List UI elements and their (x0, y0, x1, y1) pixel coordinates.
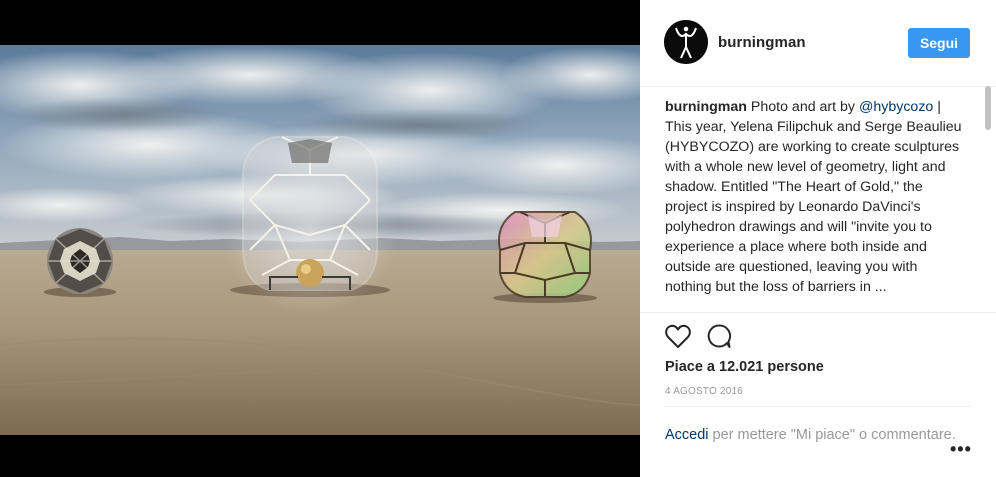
post-photo[interactable] (0, 45, 640, 435)
post-author-username[interactable]: burningman (718, 34, 806, 51)
post-sidebar: burningman Segui burningman Photo and ar… (640, 0, 996, 477)
login-prompt-text: per mettere "Mi piace" o commentare. (708, 427, 956, 443)
post-date[interactable]: 4 AGOSTO 2016 (665, 386, 743, 397)
post-header: burningman Segui (640, 0, 996, 87)
caption-scrollbar[interactable] (984, 86, 992, 312)
caption-text-2: | This year, Yelena Filipchuk and Serge … (665, 99, 962, 295)
avatar[interactable] (664, 20, 708, 64)
caption-text-1: Photo and art by (746, 99, 859, 115)
post-caption: burningman Photo and art by @hybycozo | … (665, 97, 965, 311)
login-prompt: Accedi per mettere "Mi piace" o commenta… (665, 406, 971, 445)
burning-man-logo-icon (664, 20, 708, 64)
photo-letterbox-top (0, 0, 640, 45)
post-actions: Piace a 12.021 persone 4 AGOSTO 2016 (640, 312, 996, 407)
follow-button[interactable]: Segui (908, 28, 970, 58)
login-link[interactable]: Accedi (665, 427, 709, 443)
heart-outline-icon[interactable] (664, 323, 692, 349)
comment-bubble-icon[interactable] (706, 323, 732, 349)
ellipsis-icon[interactable]: ••• (950, 439, 972, 460)
scrollbar-thumb[interactable] (985, 86, 991, 130)
caption-mention-link[interactable]: @hybycozo (859, 99, 933, 115)
photo-letterbox-bottom (0, 435, 640, 477)
caption-username[interactable]: burningman (665, 99, 747, 115)
likes-count[interactable]: Piace a 12.021 persone (665, 359, 824, 375)
post-photo-pane (0, 0, 640, 477)
